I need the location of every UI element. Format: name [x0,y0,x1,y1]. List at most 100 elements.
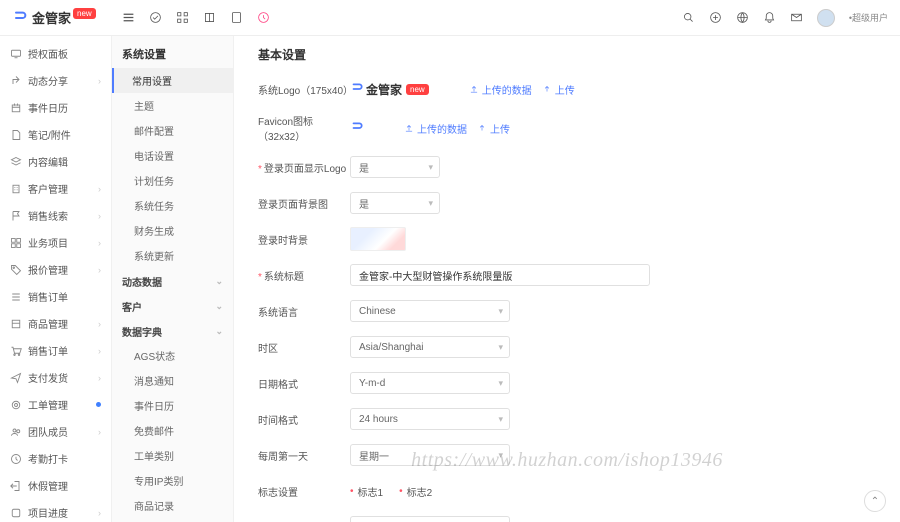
app-icon [10,507,22,519]
sidebar-item-14[interactable]: 团队成员› [0,418,111,445]
upload-button[interactable]: 上传的数据 [469,82,532,97]
select-input[interactable]: Asia/Shanghai [350,336,510,358]
clock-icon[interactable] [257,11,270,24]
chevron-icon: ⌄ [215,301,223,312]
sidebar2-item-0-2[interactable]: 邮件配置 [112,118,233,143]
sidebar-item-6[interactable]: 销售线索› [0,202,111,229]
form-label: 时区 [258,340,350,355]
sidebar-item-label: 项目进度 [28,505,68,520]
sidebar2-item-0-7[interactable]: 系统更新 [112,243,233,268]
apps-icon[interactable] [176,11,189,24]
sidebar2-group-1[interactable]: 动态数据⌄ [112,268,233,293]
sidebar2-item-3-1[interactable]: 消息通知 [112,368,233,393]
cart-icon [10,345,22,357]
sidebar2-item-0-1[interactable]: 主题 [112,93,233,118]
form-value: Chinese [350,300,876,322]
sidebar-item-11[interactable]: 销售订单› [0,337,111,364]
form-value: 是 [350,192,876,214]
sidebar-item-5[interactable]: 客户管理› [0,175,111,202]
form-row-10: 每周第一天星期一 [258,443,876,467]
chevron-icon: › [98,373,101,383]
sidebar2-item-3-5[interactable]: 专用IP类别 [112,468,233,493]
back-to-top-button[interactable]: ⌃ [864,490,886,512]
sidebar-item-label: 考勤打卡 [28,451,68,466]
form-value: •标志1 •标志2 [350,484,876,499]
sidebar-item-0[interactable]: 授权面板 [0,40,111,67]
sidebar2-item-3-4[interactable]: 工单类别 [112,443,233,468]
sidebar-item-12[interactable]: 支付发货› [0,364,111,391]
menu-icon[interactable] [122,11,135,24]
form-label: 时间格式 [258,412,350,427]
sidebar-item-17[interactable]: 项目进度› [0,499,111,522]
sidebar2-item-0-5[interactable]: 系统任务 [112,193,233,218]
flag-icon [10,210,22,222]
sidebar-item-2[interactable]: 事件日历 [0,94,111,121]
text-input[interactable] [350,264,650,286]
form-row-9: 时间格式24 hours [258,407,876,431]
login-bg-preview [350,227,406,251]
layers-icon [10,156,22,168]
select-input[interactable]: Y-m-d [350,372,510,394]
form-label: 日期格式 [258,376,350,391]
upload-short-button[interactable]: 上传 [477,121,510,136]
sidebar-item-label: 事件日历 [28,100,68,115]
select-input[interactable]: 星期一 [350,444,510,466]
chevron-icon: › [98,265,101,275]
sidebar-item-13[interactable]: 工单管理 [0,391,111,418]
top-icon-group-left [122,11,270,24]
chevron-icon: ⌄ [215,326,223,337]
sidebar2-item-0-6[interactable]: 财务生成 [112,218,233,243]
brand-logo-icon [12,10,28,26]
chevron-icon: › [98,76,101,86]
upload-short-button[interactable]: 上传 [542,82,575,97]
book-icon[interactable] [203,11,216,24]
sidebar2-group-3[interactable]: 数据字典⌄ [112,318,233,343]
chevron-icon: › [98,238,101,248]
globe-icon[interactable] [736,11,749,24]
avatar[interactable] [817,9,835,27]
radio-option[interactable]: •标志1 [350,484,383,499]
brand-logo[interactable]: 金管家 new [12,8,112,27]
sidebar-item-3[interactable]: 笔记/附件 [0,121,111,148]
radio-option[interactable]: •标志2 [399,484,432,499]
select-input[interactable]: 24 hours [350,408,510,430]
sidebar-item-label: 销售订单 [28,289,68,304]
sidebar-item-10[interactable]: 商品管理› [0,310,111,337]
brand-name: 金管家 [32,8,71,27]
sidebar2-item-0-4[interactable]: 计划任务 [112,168,233,193]
sidebar-item-8[interactable]: 报价管理› [0,256,111,283]
sidebar2-item-0-3[interactable]: 电话设置 [112,143,233,168]
sidebar2-item-3-7[interactable]: 邮件记录 [112,518,233,522]
select-input[interactable]: Chinese [350,300,510,322]
sidebar2-item-0-0[interactable]: 常用设置 [112,68,233,93]
sidebar2-item-3-0[interactable]: AGS状态 [112,343,233,368]
layout: 授权面板动态分享›事件日历笔记/附件内容编辑客户管理›销售线索›业务项目›报价管… [0,36,900,522]
tag-icon [10,264,22,276]
box-icon [10,318,22,330]
mail-icon[interactable] [790,11,803,24]
form-value [350,227,876,251]
sidebar-item-9[interactable]: 销售订单 [0,283,111,310]
search-icon[interactable] [682,11,695,24]
select-input[interactable]: 是 [350,192,440,214]
plus-icon[interactable] [709,11,722,24]
sidebar2-item-3-6[interactable]: 商品记录 [112,493,233,518]
sidebar2-item-3-2[interactable]: 事件日历 [112,393,233,418]
sidebar-item-15[interactable]: 考勤打卡 [0,445,111,472]
sidebar-item-7[interactable]: 业务项目› [0,229,111,256]
chevron-icon: › [98,319,101,329]
sidebar2-item-3-3[interactable]: 免费邮件 [112,418,233,443]
form-row-11: 标志设置•标志1•标志2 [258,479,876,503]
sidebar-item-16[interactable]: 休假管理 [0,472,111,499]
device-icon[interactable] [230,11,243,24]
form-row-5: *系统标题 [258,263,876,287]
sidebar2-group-2[interactable]: 客户⌄ [112,293,233,318]
check-icon[interactable] [149,11,162,24]
select-input[interactable]: CNY [350,516,510,522]
sidebar-item-1[interactable]: 动态分享› [0,67,111,94]
upload-button[interactable]: 上传的数据 [404,121,467,136]
sidebar-item-4[interactable]: 内容编辑 [0,148,111,175]
select-input[interactable]: 是 [350,156,440,178]
bell-icon[interactable] [763,11,776,24]
form-label: *登录页面显示Logo [258,160,350,175]
